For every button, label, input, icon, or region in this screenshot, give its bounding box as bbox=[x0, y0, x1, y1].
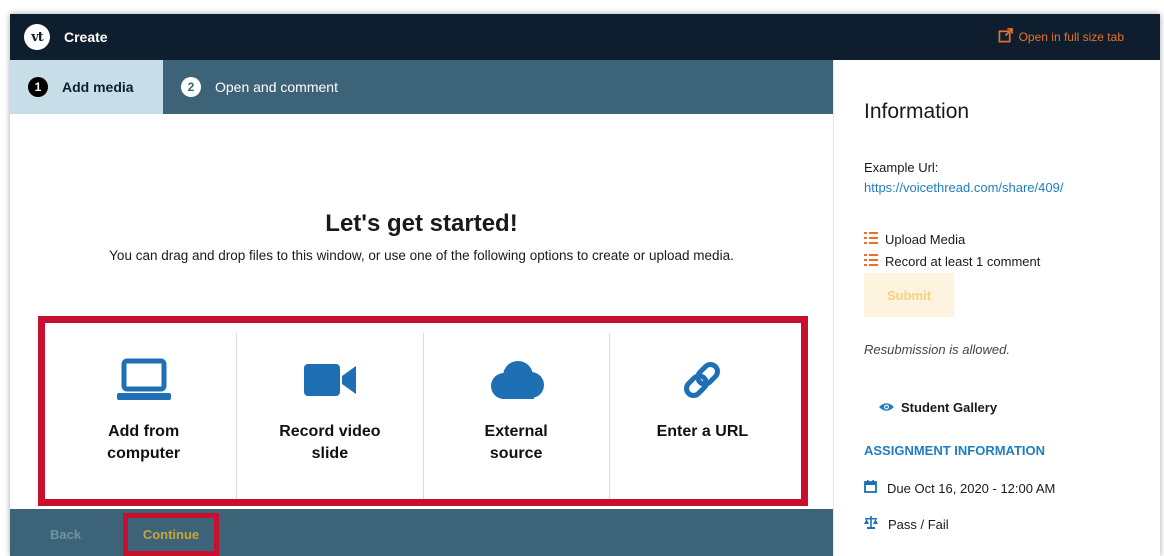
bottom-bar: Back Continue bbox=[10, 509, 833, 556]
open-full-size-link[interactable]: Open in full size tab bbox=[998, 28, 1124, 46]
external-source-button[interactable]: External source bbox=[424, 333, 610, 499]
enter-url-button[interactable]: Enter a URL bbox=[610, 333, 795, 499]
page-heading: Let's get started! bbox=[325, 210, 518, 237]
external-link-icon bbox=[998, 28, 1013, 46]
add-from-computer-button[interactable]: Add from computer bbox=[51, 333, 238, 499]
laptop-icon bbox=[116, 355, 172, 405]
main-panel: 1 Add media 2 Open and comment Let's get… bbox=[10, 60, 833, 556]
app-window: vt Create Open in full size tab 1 Add me… bbox=[10, 14, 1160, 556]
tab-label: Open and comment bbox=[215, 79, 338, 95]
record-video-slide-button[interactable]: Record video slide bbox=[237, 333, 424, 499]
step-number-badge: 1 bbox=[28, 77, 48, 97]
example-url-label: Example Url: bbox=[864, 160, 939, 175]
media-options-highlight: Add from computer Record video slide Ext… bbox=[38, 316, 808, 506]
due-date-row: Due Oct 16, 2020 - 12:00 AM bbox=[864, 480, 1055, 496]
step-number-badge: 2 bbox=[181, 77, 201, 97]
link-icon bbox=[679, 355, 725, 405]
grading-row: Pass / Fail bbox=[864, 516, 949, 532]
eye-icon bbox=[879, 400, 894, 415]
option-label: Enter a URL bbox=[656, 423, 749, 440]
continue-button[interactable]: Continue bbox=[123, 513, 219, 556]
example-url: Example Url: https://voicethread.com/sha… bbox=[864, 158, 1124, 198]
voicethread-logo: vt bbox=[24, 24, 50, 50]
option-label: Record video slide bbox=[279, 423, 381, 462]
top-bar: vt Create Open in full size tab bbox=[10, 14, 1160, 60]
gallery-label: Student Gallery bbox=[901, 400, 998, 415]
grading-text: Pass / Fail bbox=[888, 516, 949, 532]
requirement-label: Record at least 1 comment bbox=[885, 254, 1041, 269]
due-date-text: Due Oct 16, 2020 - 12:00 AM bbox=[887, 480, 1056, 496]
scale-icon bbox=[864, 516, 878, 532]
cloud-icon bbox=[486, 355, 546, 405]
student-gallery-link[interactable]: Student Gallery bbox=[879, 400, 997, 415]
back-button[interactable]: Back bbox=[50, 527, 81, 542]
tab-open-and-comment[interactable]: 2 Open and comment bbox=[163, 60, 360, 114]
requirement-label: Upload Media bbox=[885, 232, 966, 247]
requirement-item: Record at least 1 comment bbox=[864, 254, 1040, 269]
open-full-size-label: Open in full size tab bbox=[1018, 30, 1124, 44]
tab-label: Add media bbox=[62, 79, 134, 95]
example-url-link[interactable]: https://voicethread.com/share/409/ bbox=[864, 180, 1063, 195]
requirement-item: Upload Media bbox=[864, 232, 965, 247]
option-label: External source bbox=[484, 423, 548, 462]
checklist-icon bbox=[864, 232, 878, 247]
instructions-text: You can drag and drop files to this wind… bbox=[109, 248, 734, 263]
sidebar-title: Information bbox=[864, 100, 970, 123]
submit-button[interactable]: Submit bbox=[864, 273, 954, 317]
video-camera-icon bbox=[302, 355, 358, 405]
option-label: Add from computer bbox=[107, 423, 181, 462]
app-title: Create bbox=[64, 29, 108, 45]
resubmission-note: Resubmission is allowed. bbox=[864, 342, 1010, 357]
checklist-icon bbox=[864, 254, 878, 269]
tab-add-media[interactable]: 1 Add media bbox=[10, 60, 163, 114]
information-sidebar: Information Example Url: https://voiceth… bbox=[833, 60, 1160, 556]
step-tabs: 1 Add media 2 Open and comment bbox=[10, 60, 833, 114]
assignment-info-heading: ASSIGNMENT INFORMATION bbox=[864, 443, 1046, 458]
calendar-icon bbox=[864, 480, 877, 496]
